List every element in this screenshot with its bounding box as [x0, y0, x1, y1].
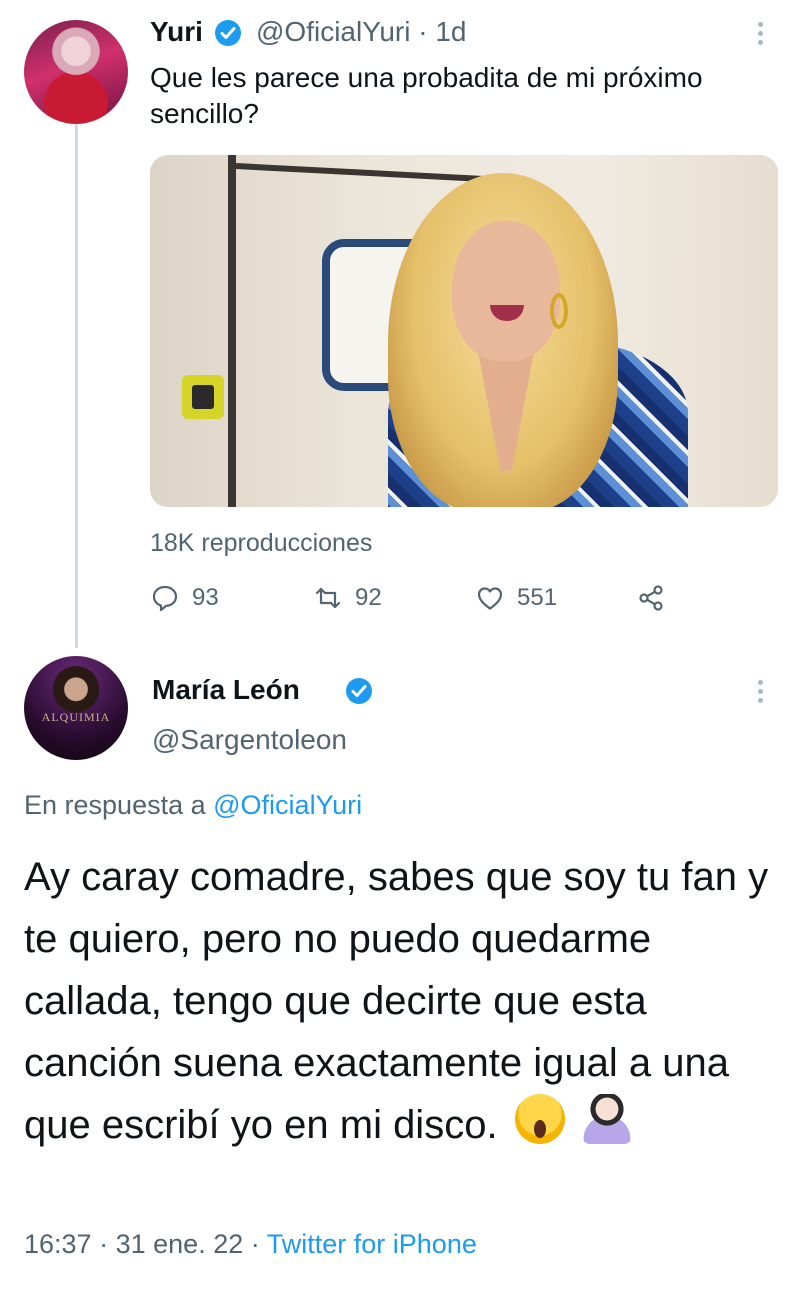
- tweet-time[interactable]: 16:37: [24, 1229, 92, 1259]
- avatar-yuri[interactable]: [24, 20, 128, 124]
- avatar-album-title: ALQUIMIA: [41, 710, 111, 724]
- share-icon: [636, 583, 666, 613]
- more-options-icon[interactable]: [758, 22, 764, 49]
- like-count: 551: [517, 584, 558, 611]
- separator-dot: ·: [418, 16, 428, 47]
- more-options-icon[interactable]: [758, 680, 764, 707]
- face-screaming-in-fear-icon: [514, 1094, 565, 1144]
- video-preview[interactable]: [150, 155, 778, 507]
- reply-author-name[interactable]: María León: [152, 674, 300, 706]
- tweet-actions: 93 92 551: [150, 580, 770, 616]
- verified-badge-icon: [215, 20, 241, 46]
- heart-icon: [475, 583, 505, 613]
- reply-to-link[interactable]: @OficialYuri: [213, 790, 362, 820]
- person-shrugging-icon: [581, 1094, 632, 1144]
- reply-tweet-text: Ay caray comadre, sabes que soy tu fan y…: [24, 855, 769, 1147]
- reply-prefix: En respuesta a: [24, 790, 206, 820]
- retweet-count: 92: [355, 584, 382, 611]
- tweet-text: Que les parece una probadita de mi próxi…: [150, 62, 703, 129]
- author-handle[interactable]: @OficialYuri · 1d: [256, 16, 467, 48]
- retweet-icon: [313, 583, 343, 613]
- verified-badge-icon: [346, 678, 372, 704]
- tweet-metadata: 16:37 · 31 ene. 22 · Twitter for iPhone: [24, 1229, 477, 1260]
- retweet-button[interactable]: 92: [313, 580, 382, 616]
- view-count: 18K reproducciones: [150, 529, 373, 557]
- separator-dot: ·: [250, 1229, 260, 1259]
- avatar-maria-leon[interactable]: ALQUIMIA: [24, 656, 128, 760]
- reply-author-handle[interactable]: @Sargentoleon: [152, 724, 347, 756]
- handle-text: @OficialYuri: [256, 16, 411, 47]
- reply-icon: [150, 583, 180, 613]
- tweet-date[interactable]: 31 ene. 22: [116, 1229, 244, 1259]
- reply-button[interactable]: 93: [150, 580, 219, 616]
- separator-dot: ·: [99, 1229, 109, 1259]
- reply-count: 93: [192, 584, 219, 611]
- reply-tweet-body: Ay caray comadre, sabes que soy tu fan y…: [24, 846, 784, 1156]
- share-button[interactable]: [636, 580, 666, 616]
- tweet-source-link[interactable]: Twitter for iPhone: [267, 1229, 477, 1259]
- timestamp[interactable]: 1d: [435, 16, 466, 47]
- author-name[interactable]: Yuri: [150, 16, 203, 48]
- thread-connector-line: [75, 125, 78, 648]
- like-button[interactable]: 551: [475, 580, 557, 616]
- reply-context: En respuesta a @OficialYuri: [24, 790, 362, 821]
